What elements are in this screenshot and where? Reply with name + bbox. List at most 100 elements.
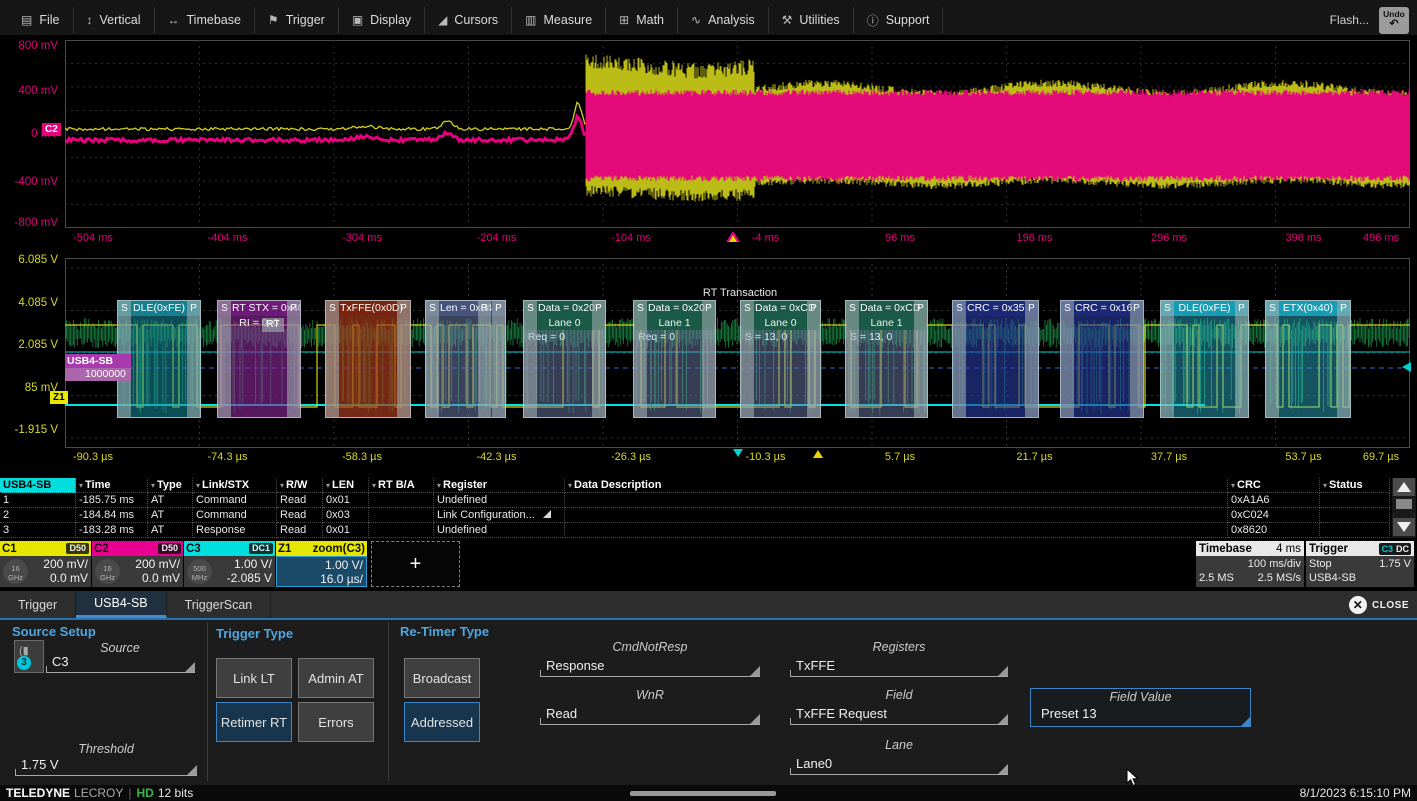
section-divider-2 [388, 622, 389, 781]
add-trace-button[interactable]: + [371, 541, 460, 587]
undo-button[interactable]: Undo ↶ [1379, 7, 1409, 34]
channel-descriptor-c1[interactable]: C1D5016GHz200 mV/0.0 mV [0, 541, 91, 587]
table-header-rt-b-a[interactable]: ▾RT B/A [369, 478, 434, 493]
registers-label: Registers [790, 640, 1008, 654]
decode-frame[interactable]: DLE(0xFE)SP [1160, 300, 1249, 418]
scroll-up-button[interactable] [1393, 478, 1415, 496]
trigger-descriptor[interactable]: TriggerC3DCStop1.75 VUSB4-SB [1306, 541, 1414, 587]
menu-item-label: File [39, 13, 59, 27]
table-cell [565, 523, 1228, 538]
source-channel-button[interactable]: (▮ 3 [14, 640, 44, 673]
flash-label[interactable]: Flash... [1330, 13, 1369, 27]
retimer-broadcast[interactable]: Broadcast [404, 658, 480, 698]
lane-dropdown[interactable]: Lane0 [790, 755, 1008, 775]
table-header-crc[interactable]: ▾CRC [1228, 478, 1320, 493]
cmdnotresp-dropdown[interactable]: Response [540, 657, 760, 677]
menu-item-math[interactable]: ⊞Math [606, 7, 678, 33]
decode-frame[interactable]: TxFFE(0x0D)SP [325, 300, 411, 418]
threshold-dropdown[interactable]: 1.75 V [15, 756, 197, 776]
decode-frame[interactable]: Data = 0x20Lane 1Req = 0SP [633, 300, 716, 418]
field-dropdown[interactable]: TxFFE Request [790, 705, 1008, 725]
decode-frame[interactable]: CRC = 0x35SP [952, 300, 1039, 418]
menu-item-display[interactable]: ▣Display [339, 7, 425, 33]
dialog-close-button[interactable]: ✕ CLOSE [1349, 596, 1409, 614]
table-header-status[interactable]: ▾Status [1320, 478, 1390, 493]
trigger-body: Stop1.75 VUSB4-SB [1306, 556, 1414, 587]
menu-item-utilities[interactable]: ⚒Utilities [769, 7, 854, 33]
table-row[interactable]: 2-184.84 msATCommandRead0x03Link Configu… [0, 508, 1392, 523]
decode-start-cap: S [953, 301, 966, 417]
bandwidth-badge: 16GHz [95, 559, 120, 584]
scrollbar-thumb[interactable] [1396, 499, 1412, 509]
table-header-data-description[interactable]: ▾Data Description [565, 478, 1228, 493]
threshold-value: 1.75 V [21, 757, 59, 772]
table-header-type[interactable]: ▾Type [148, 478, 193, 493]
table-header-time[interactable]: ▾Time [76, 478, 148, 493]
waveform-panel-zoom-decode[interactable]: DLE(0xFE)SP RT STX = 0x40RI = 0x0SPRT TxFF… [0, 250, 1417, 448]
registers-dropdown[interactable]: TxFFE [790, 657, 1008, 677]
menu-item-measure[interactable]: ▥Measure [512, 7, 606, 33]
window-drag-handle[interactable] [630, 791, 776, 796]
table-row[interactable]: 1-185.75 msATCommandRead0x01Undefined0xA… [0, 493, 1392, 508]
header-label: CRC [1237, 479, 1261, 491]
table-cell [565, 508, 1228, 523]
timebase-descriptor[interactable]: Timebase4 ms 100 ms/div2.5 MS2.5 MS/s [1196, 541, 1304, 587]
table-header-usb4-sb[interactable]: USB4-SB [0, 478, 76, 493]
y-axis-label: 2.085 V [0, 339, 58, 351]
menu-item-trigger[interactable]: ⚑Trigger [255, 7, 339, 33]
decode-frame[interactable]: Data = 0xCDLane 0S = 13, 0SP [740, 300, 821, 418]
zoom-trigger-marker[interactable] [813, 450, 823, 458]
channel-descriptor-c3[interactable]: C3DC1500MHz1.00 V/-2.085 V [184, 541, 275, 587]
bus-decode-badge[interactable]: USB4-SB 1000000 [65, 354, 131, 381]
x-axis-label: 496 ms [1343, 232, 1417, 244]
decode-frame[interactable]: Len = 0x04SPR [425, 300, 506, 418]
menu-item-vertical[interactable]: ↕Vertical [74, 7, 155, 33]
registers-value: TxFFE [796, 658, 835, 673]
waveform-panel-analog[interactable]: 800 mV400 mV0 mV-400 mV-800 mV C2 [0, 35, 1417, 230]
trigger-type-admin-at[interactable]: Admin AT [298, 658, 374, 698]
source-dropdown[interactable]: C3 [46, 653, 195, 673]
menu-item-timebase[interactable]: ↔Timebase [155, 7, 255, 33]
menu-item-label: Display [370, 13, 411, 27]
tab-usb4-sb[interactable]: USB4-SB [76, 591, 167, 618]
table-cell: 0xA1A6 [1228, 493, 1320, 508]
trigger-type-retimer-rt[interactable]: Retimer RT [216, 702, 292, 742]
table-header-len[interactable]: ▾LEN [323, 478, 369, 493]
retimer-addressed[interactable]: Addressed [404, 702, 480, 742]
decode-frame[interactable]: CRC = 0x16SP [1060, 300, 1144, 418]
brand-teledyne: TELEDYNE [6, 786, 70, 800]
timebase-perdiv: 100 ms/div [1248, 557, 1301, 571]
table-row[interactable]: 3-183.28 msATResponseRead0x01Undefined0x… [0, 523, 1392, 538]
decode-stop-cap: P [1025, 301, 1038, 417]
table-cell: -185.75 ms [76, 493, 148, 508]
decode-frame[interactable]: Data = 0x20Lane 0Req = 0SP [523, 300, 606, 418]
trigger-type-link-lt[interactable]: Link LT [216, 658, 292, 698]
c2-offset-badge[interactable]: C2 [42, 123, 61, 136]
decode-frame[interactable]: ETX(0x40)SP [1265, 300, 1351, 418]
table-scrollbar[interactable] [1392, 478, 1416, 538]
menu-item-support[interactable]: ⓘSupport [854, 7, 944, 33]
wnr-value: Read [546, 706, 577, 721]
expand-icon[interactable] [543, 510, 551, 518]
table-header-register[interactable]: ▾Register [434, 478, 565, 493]
channel-descriptor-c2[interactable]: C2D5016GHz200 mV/0.0 mV [92, 541, 183, 587]
wnr-dropdown[interactable]: Read [540, 705, 760, 725]
sort-icon: ▾ [437, 481, 441, 490]
tab-triggerscan[interactable]: TriggerScan [167, 591, 272, 618]
decode-frame[interactable]: Data = 0xCDLane 1S = 13, 0SP [845, 300, 928, 418]
menu-item-cursors[interactable]: ◢Cursors [425, 7, 512, 33]
menu-item-analysis[interactable]: ∿Analysis [678, 7, 769, 33]
timebase-samples: 2.5 MS [1199, 571, 1234, 585]
decode-frame[interactable]: RT STX = 0x40RI = 0x0SPRT [217, 300, 301, 418]
tab-trigger[interactable]: Trigger [0, 591, 76, 618]
zoom-descriptor-z1[interactable]: Z1zoom(C3)1.00 V/16.0 µs/ [276, 541, 367, 587]
table-header-r-w[interactable]: ▾R/W [277, 478, 323, 493]
menu-item-label: Trigger [286, 13, 325, 27]
table-header-link-stx[interactable]: ▾Link/STX [193, 478, 277, 493]
scroll-down-button[interactable] [1393, 518, 1415, 536]
menu-item-file[interactable]: ▤File [8, 7, 74, 33]
support-icon: ⓘ [867, 12, 879, 29]
trigger-type-errors[interactable]: Errors [298, 702, 374, 742]
z1-offset-badge[interactable]: Z1 [50, 391, 68, 404]
field-value-input[interactable]: Field Value Preset 13 [1030, 688, 1251, 727]
